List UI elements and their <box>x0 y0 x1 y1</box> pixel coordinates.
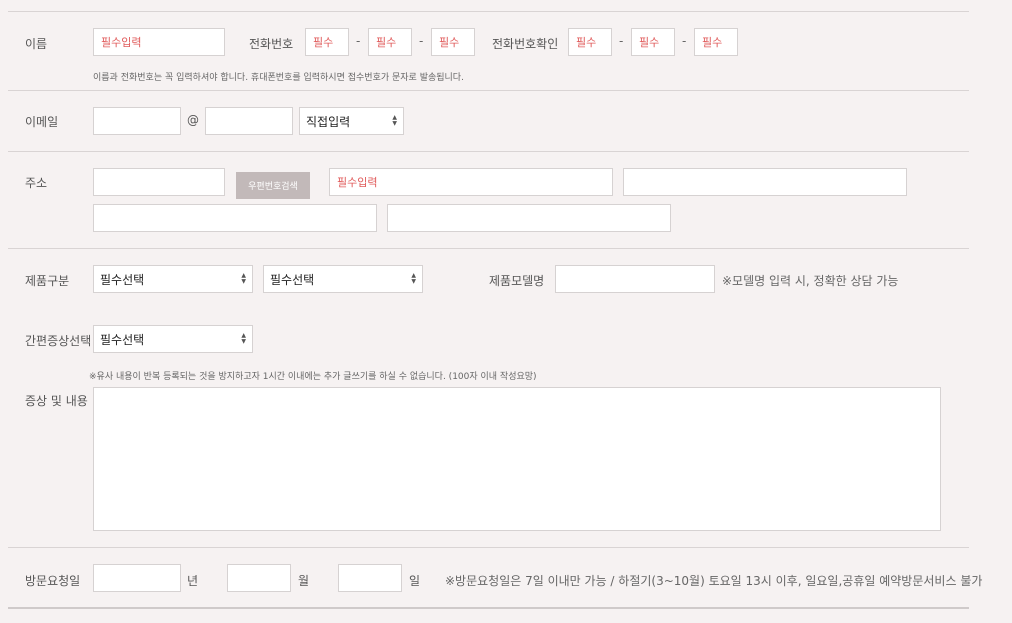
select-arrows-icon: ▲ ▼ <box>241 332 246 345</box>
name-label: 이름 <box>25 37 48 51</box>
phone-confirm-input-2[interactable] <box>631 28 675 56</box>
divider <box>8 90 969 91</box>
address-detail-input[interactable] <box>93 204 377 232</box>
email-domain-select[interactable]: 직접입력 ▲ ▼ <box>299 107 404 135</box>
symptom-label: 간편증상선택 <box>25 334 92 348</box>
zipcode-input[interactable] <box>93 168 225 196</box>
email-at-sign: @ <box>187 113 199 127</box>
address-detail-input-2[interactable] <box>387 204 671 232</box>
visit-day-input[interactable] <box>338 564 402 592</box>
select-arrows-icon: ▲ ▼ <box>241 272 246 285</box>
phone-label: 전화번호 <box>249 37 294 51</box>
email-label: 이메일 <box>25 115 59 129</box>
select-arrows-icon: ▲ ▼ <box>411 272 416 285</box>
symptom-select[interactable]: 필수선택 ▲ ▼ <box>93 325 253 353</box>
zipcode-search-button[interactable]: 우편번호검색 <box>236 172 310 199</box>
address-label: 주소 <box>25 176 48 190</box>
divider-top <box>8 11 969 12</box>
visit-month-input[interactable] <box>227 564 291 592</box>
month-unit: 월 <box>298 574 310 588</box>
name-input[interactable] <box>93 28 225 56</box>
address-extra-input[interactable] <box>623 168 907 196</box>
email-domain-select-value: 직접입력 <box>306 114 351 129</box>
phone-input-2[interactable] <box>368 28 412 56</box>
divider <box>8 248 969 249</box>
phone-input-3[interactable] <box>431 28 475 56</box>
symptom-note: ※유사 내용이 반복 등록되는 것을 방지하고자 1시간 이내에는 추가 글쓰기… <box>89 372 537 382</box>
select-arrows-icon: ▲ ▼ <box>392 114 397 127</box>
phone-dash: - <box>419 34 424 48</box>
phone-confirm-label: 전화번호확인 <box>492 37 559 51</box>
address-main-input[interactable] <box>329 168 613 196</box>
symptom-select-value: 필수선택 <box>100 332 145 347</box>
product-label: 제품구분 <box>25 274 70 288</box>
phone-confirm-input-3[interactable] <box>694 28 738 56</box>
day-unit: 일 <box>409 574 421 588</box>
phone-dash: - <box>356 34 361 48</box>
phone-input-1[interactable] <box>305 28 349 56</box>
visit-year-input[interactable] <box>93 564 181 592</box>
divider <box>8 547 969 548</box>
email-domain-input[interactable] <box>205 107 293 135</box>
product-category-value: 필수선택 <box>100 272 145 287</box>
year-unit: 년 <box>187 574 199 588</box>
symptom-detail-label: 증상 및 내용 <box>25 394 88 408</box>
product-category-select[interactable]: 필수선택 ▲ ▼ <box>93 265 253 293</box>
symptom-detail-textarea[interactable] <box>93 387 941 531</box>
phone-confirm-dash: - <box>682 34 687 48</box>
divider-bottom <box>8 607 969 609</box>
model-name-input[interactable] <box>555 265 715 293</box>
divider <box>8 151 969 152</box>
product-subcategory-value: 필수선택 <box>270 272 315 287</box>
email-id-input[interactable] <box>93 107 181 135</box>
visit-date-note: ※방문요청일은 7일 이내만 가능 / 하절기(3~10월) 토요일 13시 이… <box>445 574 983 588</box>
model-name-note: ※모델명 입력 시, 정확한 상담 가능 <box>722 274 899 288</box>
phone-confirm-dash: - <box>619 34 624 48</box>
name-phone-note: 이름과 전화번호는 꼭 입력하셔야 합니다. 휴대폰번호를 입력하시면 접수번호… <box>93 73 464 83</box>
product-subcategory-select[interactable]: 필수선택 ▲ ▼ <box>263 265 423 293</box>
model-name-label: 제품모델명 <box>489 274 545 288</box>
phone-confirm-input-1[interactable] <box>568 28 612 56</box>
visit-date-label: 방문요청일 <box>25 574 81 588</box>
